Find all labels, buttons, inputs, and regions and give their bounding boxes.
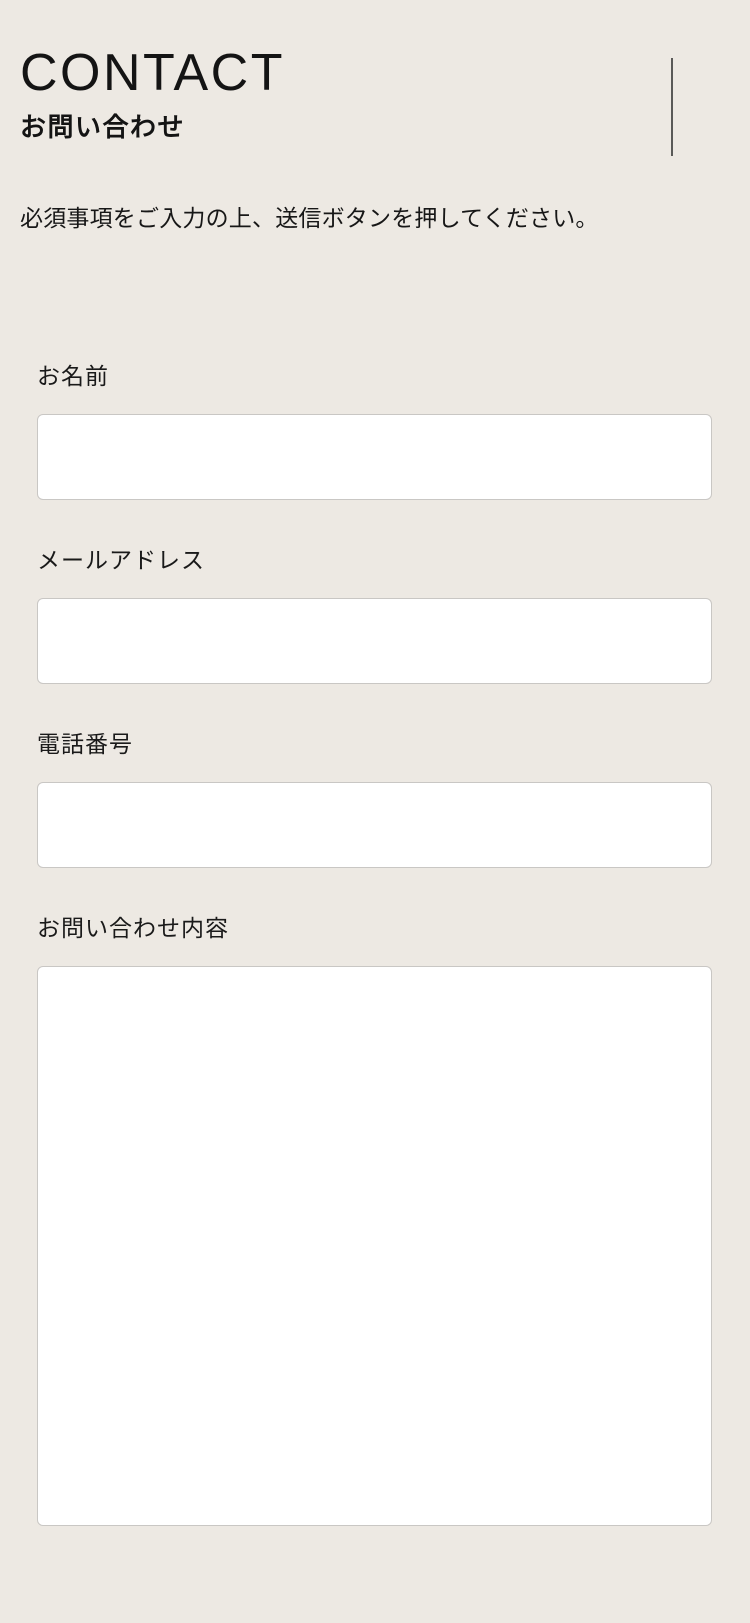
- label-tel: 電話番号: [37, 731, 133, 757]
- field-message: お問い合わせ内容: [0, 912, 750, 1526]
- page-title: CONTACT: [20, 44, 285, 102]
- field-email: メールアドレス: [0, 544, 750, 684]
- email-input[interactable]: [37, 598, 712, 684]
- tel-input[interactable]: [37, 782, 712, 868]
- name-input[interactable]: [37, 414, 712, 500]
- header-vertical-rule: [671, 58, 673, 156]
- label-name: お名前: [37, 363, 109, 389]
- label-email: メールアドレス: [37, 547, 205, 573]
- page-subtitle: お問い合わせ: [20, 112, 186, 142]
- contact-form: お名前 メールアドレス 電話番号 お問い合わせ内容: [0, 360, 750, 1526]
- page-header: CONTACT お問い合わせ: [20, 44, 730, 144]
- message-textarea[interactable]: [37, 966, 712, 1526]
- contact-page: CONTACT お問い合わせ 必須事項をご入力の上、送信ボタンを押してください。…: [0, 0, 750, 1623]
- label-message: お問い合わせ内容: [37, 915, 229, 941]
- form-instructions: 必須事項をご入力の上、送信ボタンを押してください。: [20, 205, 599, 231]
- field-tel: 電話番号: [0, 728, 750, 868]
- field-name: お名前: [0, 360, 750, 500]
